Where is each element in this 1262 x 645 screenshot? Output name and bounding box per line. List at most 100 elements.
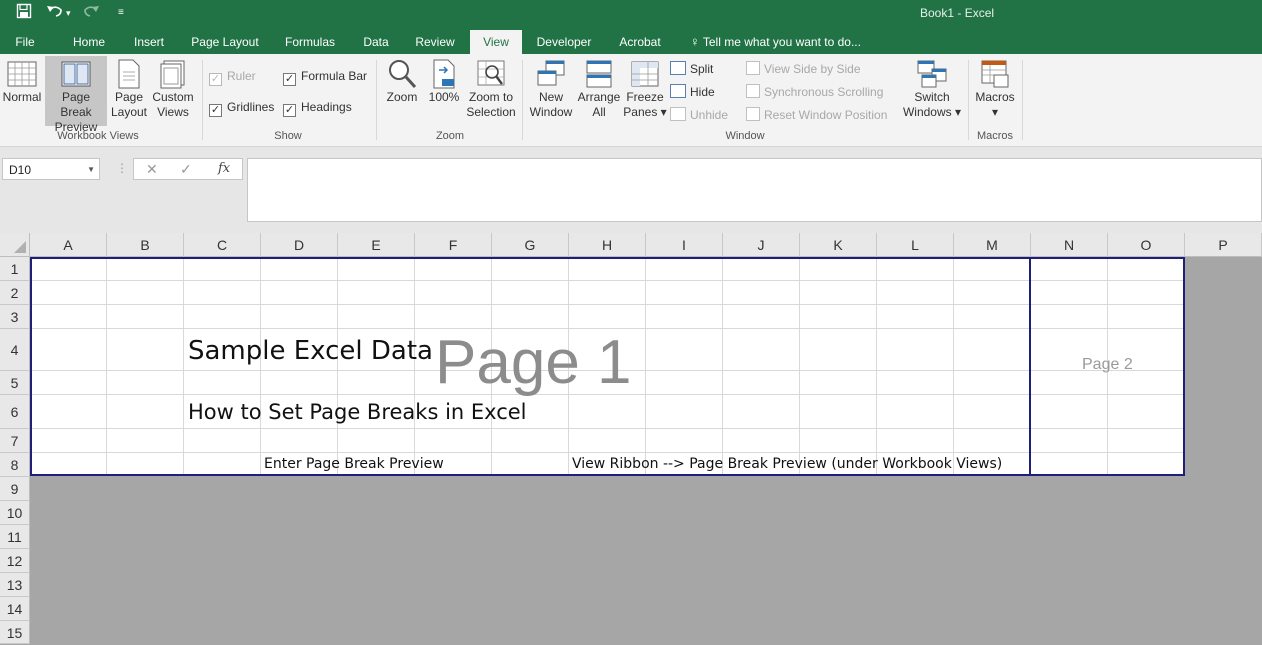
customize-qat-icon[interactable]: ≡	[118, 3, 124, 23]
zoom-group-label: Zoom	[435, 130, 465, 142]
cell-d8[interactable]: Enter Page Break Preview	[264, 456, 444, 472]
column-header-e[interactable]: E	[338, 233, 415, 257]
lightbulb-icon: ♀	[690, 34, 700, 49]
formula-input[interactable]	[247, 158, 1262, 222]
column-header-m[interactable]: M	[954, 233, 1031, 257]
view-side-by-side-button[interactable]: View Side by Side	[746, 61, 861, 77]
row-header-14[interactable]: 14	[0, 597, 30, 621]
unhide-button[interactable]: Unhide	[670, 107, 728, 123]
column-header-b[interactable]: B	[107, 233, 184, 257]
macros-icon	[981, 60, 1009, 88]
row-header-1[interactable]: 1	[0, 257, 30, 281]
column-header-o[interactable]: O	[1108, 233, 1185, 257]
column-header-k[interactable]: K	[800, 233, 877, 257]
freeze-panes-label-1: Freeze	[626, 90, 664, 104]
undo-dropdown-icon[interactable]: ▾	[66, 3, 71, 23]
arrange-all-label-2: All	[592, 105, 606, 119]
column-header-j[interactable]: J	[723, 233, 800, 257]
row-header-11[interactable]: 11	[0, 525, 30, 549]
column-header-p[interactable]: P	[1185, 233, 1262, 257]
synchronous-scrolling-label: Synchronous Scrolling	[764, 85, 884, 99]
arrange-all-button[interactable]: Arrange All	[576, 58, 622, 124]
row-header-15[interactable]: 15	[0, 621, 30, 644]
column-header-g[interactable]: G	[492, 233, 569, 257]
split-button[interactable]: Split	[670, 61, 713, 77]
tab-review[interactable]: Review	[406, 28, 464, 54]
column-header-f[interactable]: F	[415, 233, 492, 257]
macros-group-label: Macros	[976, 130, 1014, 142]
custom-views-button[interactable]: Custom Views	[150, 58, 196, 124]
zoom-to-selection-button[interactable]: Zoom to Selection	[464, 58, 518, 124]
synchronous-scrolling-button[interactable]: Synchronous Scrolling	[746, 84, 883, 100]
row-header-9[interactable]: 9	[0, 477, 30, 501]
select-all-button[interactable]	[0, 233, 30, 257]
tab-file[interactable]: File	[6, 28, 44, 54]
enter-icon[interactable]: ✓	[180, 161, 192, 178]
normal-view-button[interactable]: Normal	[0, 58, 44, 124]
tab-insert[interactable]: Insert	[124, 28, 174, 54]
formula-bar-checkbox[interactable]: ✓ Formula Bar	[283, 68, 367, 86]
insert-function-icon[interactable]: fx	[218, 161, 230, 176]
row-header-5[interactable]: 5	[0, 371, 30, 395]
ruler-checkbox[interactable]: ✓ Ruler	[209, 68, 256, 86]
redo-icon[interactable]	[82, 3, 100, 25]
page-break-line[interactable]	[1029, 257, 1031, 476]
chevron-down-icon[interactable]: ▼	[87, 159, 95, 181]
undo-icon[interactable]	[46, 3, 64, 25]
column-header-c[interactable]: C	[184, 233, 261, 257]
save-icon[interactable]	[16, 3, 32, 25]
hide-button[interactable]: Hide	[670, 84, 715, 100]
switch-windows-button[interactable]: Switch Windows ▾	[898, 58, 966, 124]
page-break-preview-button[interactable]: Page Break Preview	[45, 56, 107, 134]
print-area[interactable]: Page 1 Page 2 Sample Excel Data How to S…	[30, 257, 1185, 476]
gridline	[953, 257, 954, 476]
magnifier-icon	[389, 60, 417, 89]
tab-view[interactable]: View	[470, 30, 522, 54]
cancel-icon[interactable]: ✕	[146, 161, 158, 178]
row-header-7[interactable]: 7	[0, 429, 30, 453]
freeze-panes-button[interactable]: Freeze Panes ▾	[622, 58, 668, 124]
page-break-line[interactable]	[30, 257, 1185, 259]
formula-buttons: ✕ ✓ fx	[133, 158, 243, 180]
column-header-h[interactable]: H	[569, 233, 646, 257]
column-header-l[interactable]: L	[877, 233, 954, 257]
row-header-8[interactable]: 8	[0, 453, 30, 477]
custom-views-label-2: Views	[157, 105, 189, 119]
row-header-2[interactable]: 2	[0, 281, 30, 305]
page-break-line[interactable]	[1183, 257, 1185, 476]
headings-checkbox[interactable]: ✓ Headings	[283, 99, 352, 117]
tab-page-layout[interactable]: Page Layout	[184, 28, 266, 54]
zoom-button[interactable]: Zoom	[382, 58, 422, 124]
row-header-3[interactable]: 3	[0, 305, 30, 329]
tell-me-box[interactable]: ♀ Tell me what you want to do...	[690, 28, 861, 54]
group-separator	[522, 60, 523, 140]
gridlines-checkbox[interactable]: ✓ Gridlines	[209, 99, 274, 117]
page-break-line[interactable]	[30, 474, 1185, 476]
new-window-button[interactable]: New Window	[526, 58, 576, 124]
tab-formulas[interactable]: Formulas	[276, 28, 344, 54]
row-header-12[interactable]: 12	[0, 549, 30, 573]
row-header-13[interactable]: 13	[0, 573, 30, 597]
column-header-i[interactable]: I	[646, 233, 723, 257]
reset-window-position-button[interactable]: Reset Window Position	[746, 107, 887, 123]
gridline	[876, 257, 877, 476]
row-header-10[interactable]: 10	[0, 501, 30, 525]
tab-developer[interactable]: Developer	[530, 28, 598, 54]
macros-button[interactable]: Macros ▾	[972, 58, 1018, 124]
tab-data[interactable]: Data	[354, 28, 398, 54]
tab-home[interactable]: Home	[64, 28, 114, 54]
page-break-line[interactable]	[30, 257, 32, 476]
column-header-n[interactable]: N	[1031, 233, 1108, 257]
cell-c6[interactable]: How to Set Page Breaks in Excel	[188, 400, 527, 424]
column-header-d[interactable]: D	[261, 233, 338, 257]
column-header-a[interactable]: A	[30, 233, 107, 257]
row-header-6[interactable]: 6	[0, 395, 30, 429]
tab-acrobat[interactable]: Acrobat	[610, 28, 670, 54]
cell-h8[interactable]: View Ribbon --> Page Break Preview (unde…	[572, 456, 1002, 472]
page-layout-view-button[interactable]: Page Layout	[108, 58, 150, 124]
cell-c4[interactable]: Sample Excel Data	[188, 336, 433, 366]
row-header-4[interactable]: 4	[0, 329, 30, 371]
arrange-all-icon	[586, 60, 612, 88]
name-box[interactable]: D10 ▼	[2, 158, 100, 180]
zoom-100-button[interactable]: 100%	[424, 58, 464, 124]
